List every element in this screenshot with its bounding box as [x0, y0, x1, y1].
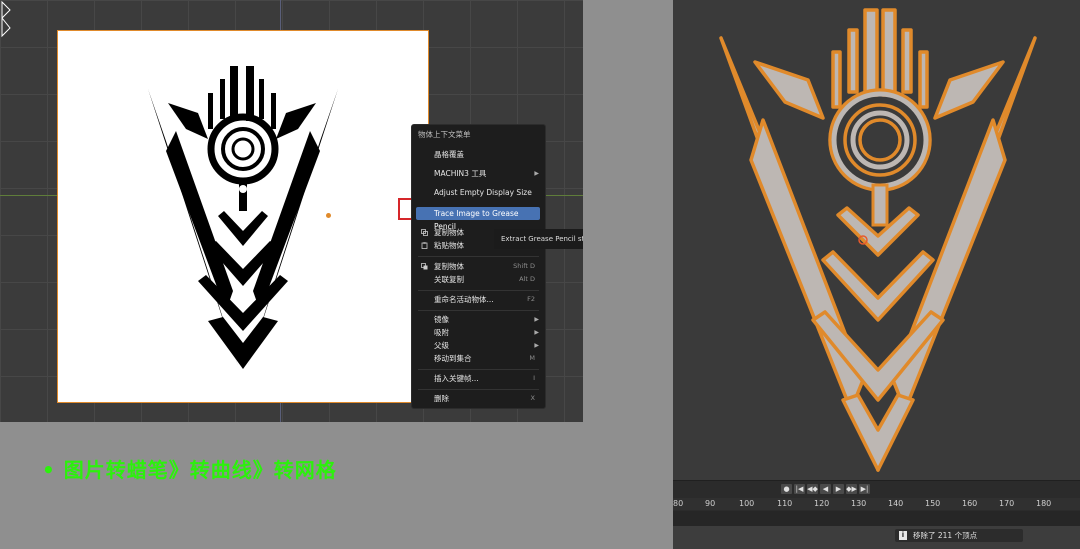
record-button[interactable]: ● — [781, 484, 792, 494]
prev-keyframe-button[interactable]: ◀◆ — [807, 484, 818, 494]
frame-tick: 110 — [777, 499, 793, 508]
play-reverse-button[interactable]: ◀ — [820, 484, 831, 494]
submenu-arrow-icon: ▶ — [534, 342, 539, 349]
object-origin-dot — [326, 213, 331, 218]
frame-tick: 170 — [999, 499, 1015, 508]
frame-tick: 130 — [851, 499, 867, 508]
tribal-emblem-image — [148, 66, 338, 369]
timeline-panel[interactable]: ● |◀ ◀◆ ◀ ▶ ◆▶ ▶| 80 90 100 110 120 130 … — [673, 480, 1080, 527]
frame-tick: 90 — [705, 499, 716, 508]
right-viewport[interactable]: ● |◀ ◀◆ ◀ ▶ ◆▶ ▶| 80 90 100 110 120 130 … — [673, 0, 1080, 549]
menu-item-trace-image-to-grease-pencil[interactable]: Trace Image to Grease Pencil — [416, 207, 540, 231]
grease-pencil-emblem — [719, 8, 1037, 472]
submenu-arrow-icon: ▶ — [534, 316, 539, 323]
menu-item-rename-active-object[interactable]: 重命名活动物体... F2 — [412, 293, 545, 306]
left-viewport[interactable]: 物体上下文菜单 晶格覆盖 MACHIN3 工具 ▶ Adjust Empty D… — [0, 0, 583, 422]
next-keyframe-button[interactable]: ◆▶ — [846, 484, 857, 494]
keyframe-track[interactable] — [673, 511, 1080, 526]
menu-item-tooltip: Extract Grease Pencil st — [494, 229, 583, 249]
menu-item-lattice-deform[interactable]: 晶格覆盖 — [412, 148, 545, 161]
object-context-menu: 物体上下文菜单 晶格覆盖 MACHIN3 工具 ▶ Adjust Empty D… — [411, 124, 546, 409]
submenu-arrow-icon: ▶ — [534, 329, 539, 336]
status-message: 移除了 211 个顶点 — [913, 531, 978, 540]
tutorial-caption: • 图片转蜡笔》转曲线》转网格 — [42, 458, 337, 482]
context-menu-title: 物体上下文菜单 — [418, 130, 471, 139]
jump-end-button[interactable]: ▶| — [859, 484, 870, 494]
frame-ruler[interactable]: 80 90 100 110 120 130 140 150 160 170 18… — [673, 498, 1080, 510]
submenu-arrow-icon: ▶ — [534, 170, 539, 177]
frame-tick: 160 — [962, 499, 978, 508]
menu-separator — [418, 310, 539, 311]
duplicate-icon — [421, 263, 428, 270]
menu-item-delete[interactable]: 删除 X — [412, 392, 545, 405]
menu-item-parent[interactable]: 父级 ▶ — [412, 339, 545, 352]
menu-item-move-to-collection[interactable]: 移动到集合 M — [412, 352, 545, 365]
playback-controls: ● |◀ ◀◆ ◀ ▶ ◆▶ ▶| — [781, 484, 870, 494]
menu-item-duplicate-objects[interactable]: 复制物体 Shift D — [412, 260, 545, 273]
frame-tick: 150 — [925, 499, 941, 508]
menu-separator — [418, 389, 539, 390]
menu-item-machin3-tools[interactable]: MACHIN3 工具 ▶ — [412, 167, 545, 180]
copy-icon — [421, 229, 428, 236]
play-button[interactable]: ▶ — [833, 484, 844, 494]
paste-icon — [421, 242, 428, 249]
camera-icon — [1, 0, 11, 38]
menu-item-snap[interactable]: 吸附 ▶ — [412, 326, 545, 339]
frame-tick: 100 — [739, 499, 755, 508]
frame-tick: 180 — [1036, 499, 1052, 508]
menu-item-mirror[interactable]: 镜像 ▶ — [412, 313, 545, 326]
info-icon: i — [899, 531, 907, 540]
menu-separator — [418, 256, 539, 257]
jump-start-button[interactable]: |◀ — [794, 484, 805, 494]
frame-tick: 120 — [814, 499, 830, 508]
menu-item-duplicate-linked[interactable]: 关联复制 Alt D — [412, 273, 545, 286]
status-report: i 移除了 211 个顶点 — [895, 529, 1023, 542]
menu-separator — [418, 369, 539, 370]
image-empty-plane[interactable] — [58, 31, 428, 402]
menu-item-insert-keyframe[interactable]: 插入关键帧... I — [412, 372, 545, 385]
frame-tick: 140 — [888, 499, 904, 508]
menu-separator — [418, 290, 539, 291]
status-bar: i 移除了 211 个顶点 — [673, 526, 1080, 549]
frame-tick: 80 — [673, 499, 684, 508]
menu-item-adjust-empty-display-size[interactable]: Adjust Empty Display Size — [412, 186, 545, 199]
